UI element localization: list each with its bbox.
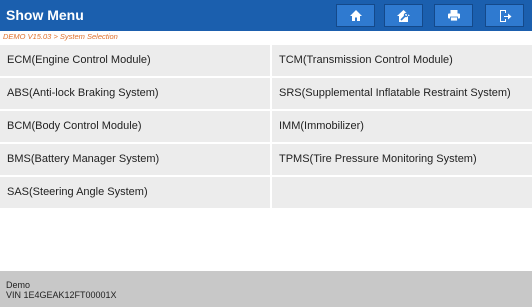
system-item-sas[interactable]: SAS(Steering Angle System) [0, 177, 270, 208]
print-button[interactable] [434, 4, 473, 27]
system-item-tcm[interactable]: TCM(Transmission Control Module) [272, 45, 532, 76]
page-title: Show Menu [6, 7, 84, 23]
printer-icon [447, 9, 461, 22]
system-item-ecm[interactable]: ECM(Engine Control Module) [0, 45, 270, 76]
system-item-bcm[interactable]: BCM(Body Control Module) [0, 111, 270, 142]
system-item-empty [272, 177, 532, 208]
breadcrumb: DEMO V15.03 > System Selection [3, 32, 118, 41]
home-icon [349, 9, 363, 22]
system-item-tpms[interactable]: TPMS(Tire Pressure Monitoring System) [272, 144, 532, 175]
house-wrench-icon [396, 9, 411, 23]
title-bar: Show Menu [0, 0, 532, 31]
special-functions-button[interactable] [384, 4, 423, 27]
system-item-bms[interactable]: BMS(Battery Manager System) [0, 144, 270, 175]
exit-icon [498, 9, 512, 23]
vehicle-info-bar: Demo VIN 1E4GEAK12FT00001X [0, 271, 532, 307]
system-selection-grid: ECM(Engine Control Module) TCM(Transmiss… [0, 42, 532, 268]
home-button[interactable] [336, 4, 375, 27]
system-item-abs[interactable]: ABS(Anti-lock Braking System) [0, 78, 270, 109]
system-item-srs[interactable]: SRS(Supplemental Inflatable Restraint Sy… [272, 78, 532, 109]
vehicle-vin: VIN 1E4GEAK12FT00001X [6, 289, 117, 300]
system-item-imm[interactable]: IMM(Immobilizer) [272, 111, 532, 142]
exit-button[interactable] [485, 4, 524, 27]
